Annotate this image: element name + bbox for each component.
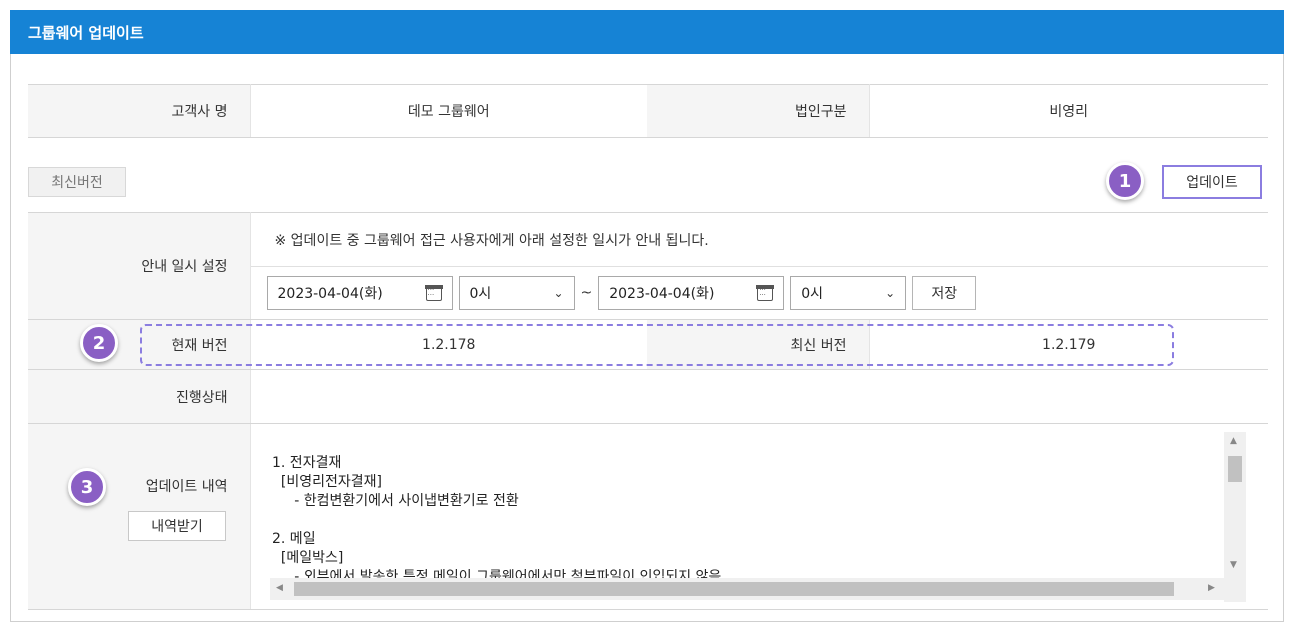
- history-text: 1. 전자결재 [비영리전자결재] - 한컴변환기에서 사이냅변환기로 전환 2…: [272, 455, 722, 585]
- page-title: 그룹웨어 업데이트: [10, 10, 1284, 54]
- step-badge-3: 3: [68, 468, 106, 506]
- scroll-right-icon[interactable]: ▶: [1208, 583, 1215, 593]
- download-history-button[interactable]: 내역받기: [128, 511, 226, 541]
- customer-value: 데모 그룹웨어: [250, 84, 647, 138]
- corp-type-label: 법인구분: [647, 84, 870, 138]
- history-content[interactable]: 1. 전자결재 [비영리전자결재] - 한컴변환기에서 사이냅변환기로 전환 2…: [254, 430, 1250, 602]
- range-separator: ~: [580, 285, 593, 301]
- end-date-value: 2023-04-04(화): [609, 286, 715, 302]
- scroll-down-icon[interactable]: ▼: [1230, 560, 1237, 570]
- schedule-notice: ※ 업데이트 중 그룹웨어 접근 사용자에게 아래 설정한 일시가 안내 됩니다…: [250, 213, 1268, 267]
- vertical-scroll-thumb[interactable]: [1228, 456, 1242, 482]
- start-date-value: 2023-04-04(화): [277, 286, 383, 302]
- step-badge-1: 1: [1106, 162, 1144, 200]
- history-label: 업데이트 내역: [145, 479, 228, 495]
- start-date-picker[interactable]: 2023-04-04(화): [266, 276, 453, 310]
- progress-label: 진행상태: [28, 369, 251, 424]
- latest-version-button[interactable]: 최신버전: [28, 167, 126, 197]
- horizontal-scroll-thumb[interactable]: [294, 582, 1174, 596]
- customer-label: 고객사 명: [28, 84, 251, 138]
- calendar-icon[interactable]: [756, 284, 775, 301]
- end-hour-value: 0시: [801, 286, 824, 302]
- calendar-icon[interactable]: [424, 284, 443, 301]
- step-badge-2: 2: [80, 324, 118, 362]
- progress-value: [250, 369, 1268, 424]
- start-hour-value: 0시: [469, 286, 492, 302]
- schedule-cell: ※ 업데이트 중 그룹웨어 접근 사용자에게 아래 설정한 일시가 안내 됩니다…: [250, 212, 1269, 320]
- chevron-down-icon: ⌄: [885, 286, 896, 300]
- update-button[interactable]: 업데이트: [1162, 165, 1262, 199]
- start-hour-select[interactable]: 0시 ⌄: [458, 276, 575, 310]
- chevron-down-icon: ⌄: [553, 286, 564, 300]
- scroll-up-icon[interactable]: ▲: [1230, 436, 1237, 446]
- end-date-picker[interactable]: 2023-04-04(화): [598, 276, 785, 310]
- version-highlight-box: [140, 324, 1174, 366]
- datetime-row: 2023-04-04(화) 0시 ⌄ ~ 2023-04-04(화) 0시 ⌄ …: [251, 267, 1269, 319]
- save-button[interactable]: 저장: [912, 276, 977, 310]
- scroll-left-icon[interactable]: ◀: [276, 583, 283, 593]
- customer-info-table: 고객사 명 데모 그룹웨어 법인구분 비영리: [28, 84, 1268, 138]
- end-hour-select[interactable]: 0시 ⌄: [790, 276, 907, 310]
- corp-type-value: 비영리: [869, 84, 1268, 138]
- schedule-label: 안내 일시 설정: [28, 212, 251, 320]
